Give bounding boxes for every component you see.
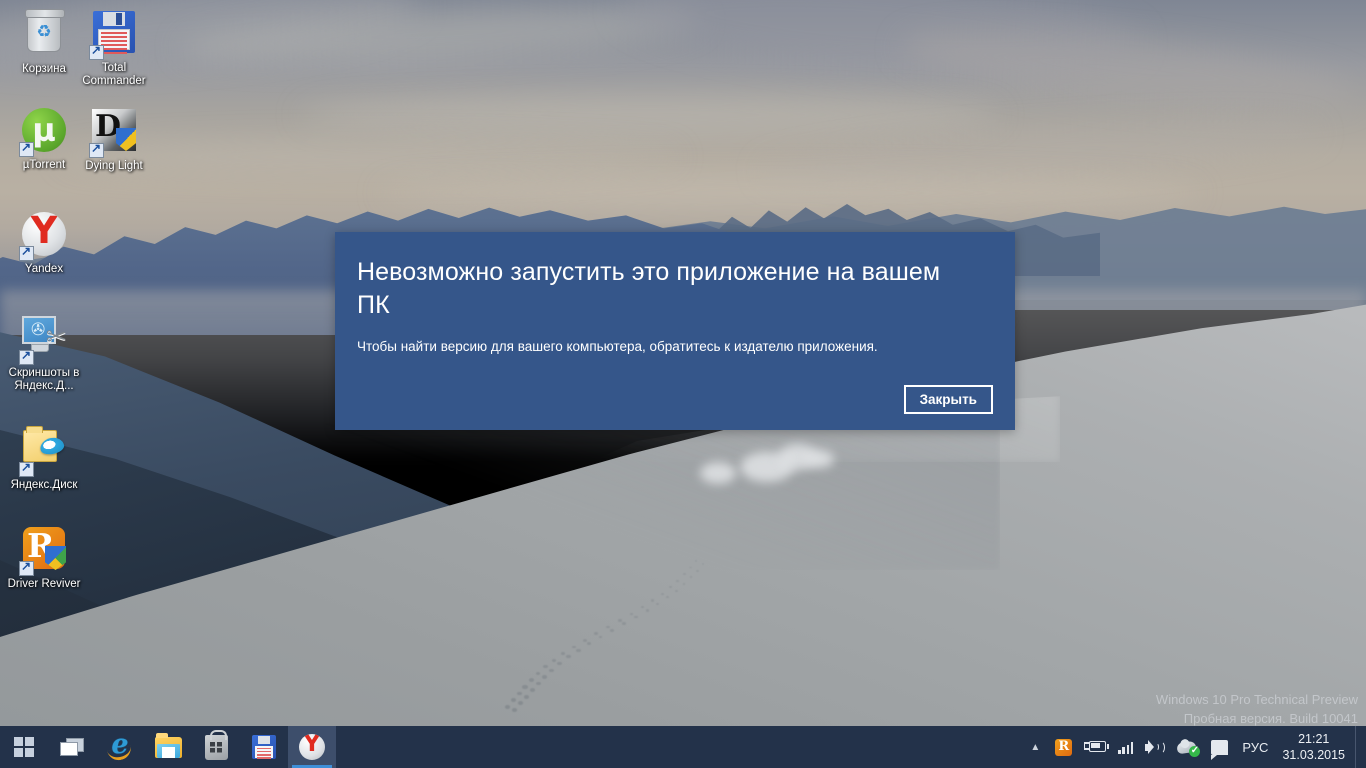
internet-explorer-icon xyxy=(107,729,133,760)
screenshot-scissors-icon: ✂ xyxy=(19,316,68,365)
desktop-icon-utorrent[interactable]: µTorrent xyxy=(6,106,82,172)
dialog-title: Невозможно запустить это приложение на в… xyxy=(357,258,941,319)
dialog-button-row: Закрыть xyxy=(903,385,993,414)
shortcut-arrow-icon xyxy=(19,348,34,365)
volume-tray-icon[interactable] xyxy=(1139,726,1171,768)
dialog-subtitle: Чтобы найти версию для вашего компьютера… xyxy=(357,339,878,354)
battery-tray-icon[interactable] xyxy=(1078,726,1112,768)
desktop-icon-label: Yandex xyxy=(24,263,64,275)
task-view-button[interactable] xyxy=(48,726,96,768)
store-button[interactable] xyxy=(192,726,240,768)
desktop-icon-label: Корзина xyxy=(22,63,66,75)
yandex-disk-tray-icon[interactable] xyxy=(1171,726,1205,768)
task-view-icon xyxy=(60,738,84,756)
clock-time: 21:21 xyxy=(1298,732,1330,746)
taskbar[interactable]: Y ▲ xyxy=(0,726,1366,768)
shortcut-arrow-icon xyxy=(89,141,104,158)
yandex-browser-icon: Y xyxy=(19,212,68,261)
total-commander-button[interactable] xyxy=(240,726,288,768)
snow-puff xyxy=(700,462,736,484)
desktop[interactable]: Корзина Total Commander µTorrent D Dying… xyxy=(0,0,1366,768)
shortcut-arrow-icon xyxy=(19,140,34,157)
desktop-icon-label: Яндекс.Диск xyxy=(10,479,78,491)
utorrent-icon xyxy=(19,108,68,157)
desktop-icon-label: Driver Reviver xyxy=(7,578,81,590)
snow-puff xyxy=(806,450,834,468)
watermark-line-1: Windows 10 Pro Technical Preview xyxy=(1155,692,1358,707)
windows-logo-icon xyxy=(14,737,34,757)
show-desktop-button[interactable] xyxy=(1355,726,1362,768)
floppy-disk-icon xyxy=(89,11,138,60)
desktop-icon-label: Скриншоты в Яндекс.Д... xyxy=(8,367,80,392)
yandex-browser-icon: Y xyxy=(299,734,325,760)
desktop-icon-yandex-disk[interactable]: Яндекс.Диск xyxy=(2,424,86,492)
recycle-bin-icon xyxy=(20,9,68,60)
desktop-icon-label: µTorrent xyxy=(22,159,66,171)
yandex-browser-button[interactable]: Y xyxy=(288,726,336,768)
desktop-icon-driver-reviver[interactable]: R Driver Reviver xyxy=(6,524,82,591)
system-tray[interactable]: ▲ R ✓ РУС 21:21 31.03.2015 xyxy=(1021,726,1366,768)
floppy-disk-icon xyxy=(252,735,276,759)
clock[interactable]: 21:21 31.03.2015 xyxy=(1276,726,1355,768)
notifications-tray-icon[interactable] xyxy=(1205,726,1234,768)
yandex-disk-folder-icon xyxy=(19,426,68,477)
shortcut-arrow-icon xyxy=(19,460,34,477)
driver-reviver-tray-icon[interactable] xyxy=(1049,726,1078,768)
desktop-icon-screenshots-yandex-disk[interactable]: ✂ Скриншоты в Яндекс.Д... xyxy=(2,312,86,393)
chevron-up-icon[interactable]: ▲ xyxy=(1021,742,1049,753)
store-bag-icon xyxy=(204,729,228,760)
internet-explorer-button[interactable] xyxy=(96,726,144,768)
error-dialog[interactable]: Невозможно запустить это приложение на в… xyxy=(335,232,1015,430)
desktop-icon-total-commander[interactable]: Total Commander xyxy=(76,8,152,88)
folder-icon xyxy=(154,732,182,758)
desktop-icon-yandex[interactable]: Y Yandex xyxy=(6,210,82,276)
shortcut-arrow-icon xyxy=(19,244,34,261)
shortcut-arrow-icon xyxy=(89,43,104,60)
start-button[interactable] xyxy=(0,726,48,768)
language-indicator[interactable]: РУС xyxy=(1234,726,1276,768)
driver-reviver-icon: R xyxy=(19,526,68,576)
desktop-icon-recycle-bin[interactable]: Корзина xyxy=(6,8,82,76)
file-explorer-button[interactable] xyxy=(144,726,192,768)
shortcut-arrow-icon xyxy=(19,559,34,576)
desktop-icon-dying-light[interactable]: D Dying Light xyxy=(76,106,152,173)
close-button[interactable]: Закрыть xyxy=(903,385,993,414)
desktop-icon-label: Total Commander xyxy=(82,62,146,87)
windows-watermark: Windows 10 Pro Technical Preview Пробная… xyxy=(1156,690,1358,728)
clock-date: 31.03.2015 xyxy=(1282,748,1345,762)
dying-light-icon: D xyxy=(89,109,138,158)
network-tray-icon[interactable] xyxy=(1112,726,1139,768)
desktop-icon-label: Dying Light xyxy=(85,160,143,172)
